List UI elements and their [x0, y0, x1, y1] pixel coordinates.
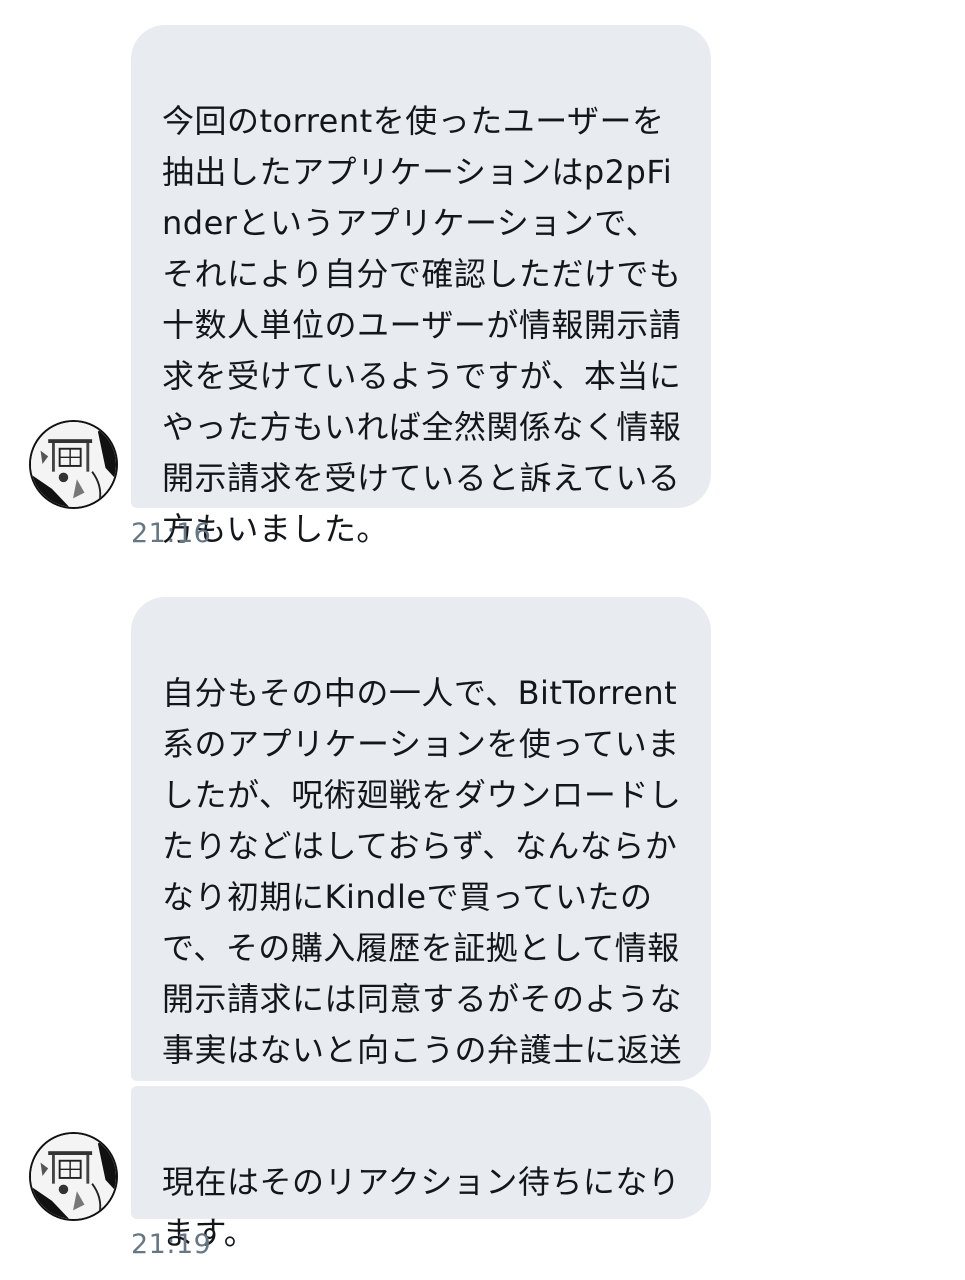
message-bubble[interactable]: 自分もその中の一人で、BitTorrent系のアプリケーションを使っていましたが… — [131, 597, 711, 1120]
timestamp: 21:16 — [131, 518, 212, 549]
avatar[interactable] — [29, 1132, 118, 1221]
message-bubble[interactable]: 今回のtorrentを使ったユーザーを抽出したアプリケーションはp2pFinde… — [131, 25, 711, 548]
message-text: 今回のtorrentを使ったユーザーを抽出したアプリケーションはp2pFinde… — [162, 102, 682, 548]
message-text: 自分もその中の一人で、BitTorrent系のアプリケーションを使っていましたが… — [162, 674, 683, 1120]
timestamp: 21:19 — [131, 1229, 212, 1260]
message-bubble[interactable]: 現在はそのリアクション待ちになります。 — [131, 1086, 711, 1252]
manga-drawing-avatar-icon — [31, 422, 116, 507]
manga-drawing-avatar-icon — [31, 1134, 116, 1219]
message-text: 現在はそのリアクション待ちになります。 — [162, 1163, 681, 1252]
avatar[interactable] — [29, 420, 118, 509]
